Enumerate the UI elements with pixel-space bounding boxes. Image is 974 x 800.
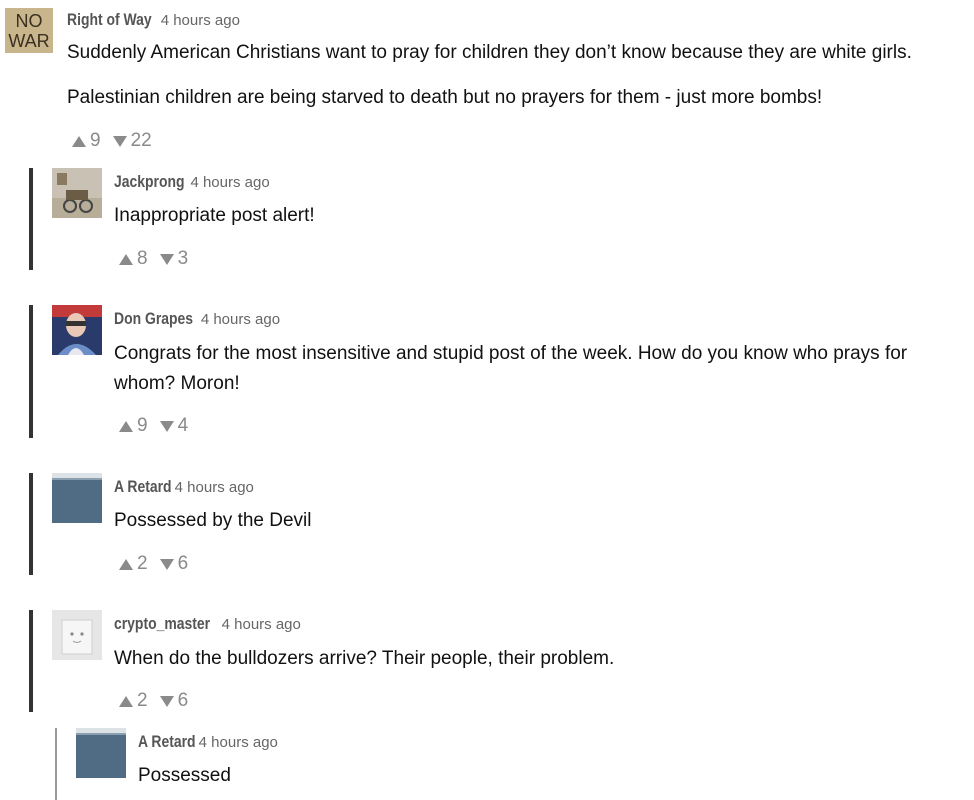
photo-avatar-icon (52, 305, 102, 355)
svg-text:WAR: WAR (8, 31, 49, 51)
author-name[interactable]: crypto_master (114, 614, 210, 634)
avatar[interactable] (52, 305, 102, 355)
svg-text:NO: NO (16, 11, 43, 31)
author-name[interactable]: A Retard (114, 477, 172, 497)
author-name[interactable]: Jackprong (114, 172, 185, 192)
thread-line (55, 728, 57, 800)
downvote-button[interactable]: 3 (159, 248, 188, 270)
comment-body: Inappropriate post alert! (114, 205, 315, 226)
avatar[interactable] (76, 728, 126, 778)
downvote-button[interactable]: 6 (159, 553, 188, 575)
triangle-down-icon (159, 253, 174, 265)
triangle-up-icon (119, 253, 133, 265)
photo-avatar-icon (52, 473, 102, 523)
timestamp[interactable]: 4 hours ago (199, 734, 278, 751)
author-name[interactable]: A Retard (138, 732, 196, 752)
thread-line (29, 610, 33, 712)
triangle-down-icon (159, 420, 174, 432)
triangle-down-icon (112, 135, 127, 147)
avatar[interactable] (52, 168, 102, 218)
triangle-up-icon (72, 135, 86, 147)
thread-line (29, 168, 33, 270)
author-name[interactable]: Right of Way (67, 10, 152, 30)
box-head-avatar-icon (52, 610, 102, 660)
triangle-down-icon (159, 558, 174, 570)
downvote-button[interactable]: 22 (112, 130, 152, 152)
thread-line (29, 305, 33, 438)
downvote-button[interactable]: 6 (159, 690, 188, 712)
timestamp[interactable]: 4 hours ago (190, 174, 269, 191)
timestamp[interactable]: 4 hours ago (201, 311, 280, 328)
comment-body: Possessed (138, 765, 231, 786)
avatar[interactable]: NO WAR (5, 8, 53, 53)
triangle-up-icon (119, 558, 133, 570)
timestamp[interactable]: 4 hours ago (175, 479, 254, 496)
thread-line (29, 473, 33, 575)
upvote-button[interactable]: 8 (119, 248, 148, 270)
avatar[interactable] (52, 473, 102, 523)
timestamp[interactable]: 4 hours ago (161, 12, 240, 29)
author-name[interactable]: Don Grapes (114, 309, 193, 329)
upvote-button[interactable]: 2 (119, 553, 148, 575)
photo-avatar-icon (76, 728, 126, 778)
upvote-button[interactable]: 9 (72, 130, 101, 152)
avatar[interactable] (52, 610, 102, 660)
triangle-down-icon (159, 695, 174, 707)
comment-body: Congrats for the most insensitive and st… (114, 343, 908, 394)
comment-body: When do the bulldozers arrive? Their peo… (114, 648, 615, 669)
triangle-up-icon (119, 420, 133, 432)
timestamp[interactable]: 4 hours ago (222, 616, 301, 633)
comment-body: Suddenly American Christians want to pra… (67, 42, 912, 108)
comment-body: Possessed by the Devil (114, 510, 312, 531)
no-war-sign-icon: NO WAR (5, 8, 53, 53)
upvote-button[interactable]: 9 (119, 415, 148, 437)
downvote-button[interactable]: 4 (159, 415, 188, 437)
upvote-button[interactable]: 2 (119, 690, 148, 712)
triangle-up-icon (119, 695, 133, 707)
photo-avatar-icon (52, 168, 102, 218)
